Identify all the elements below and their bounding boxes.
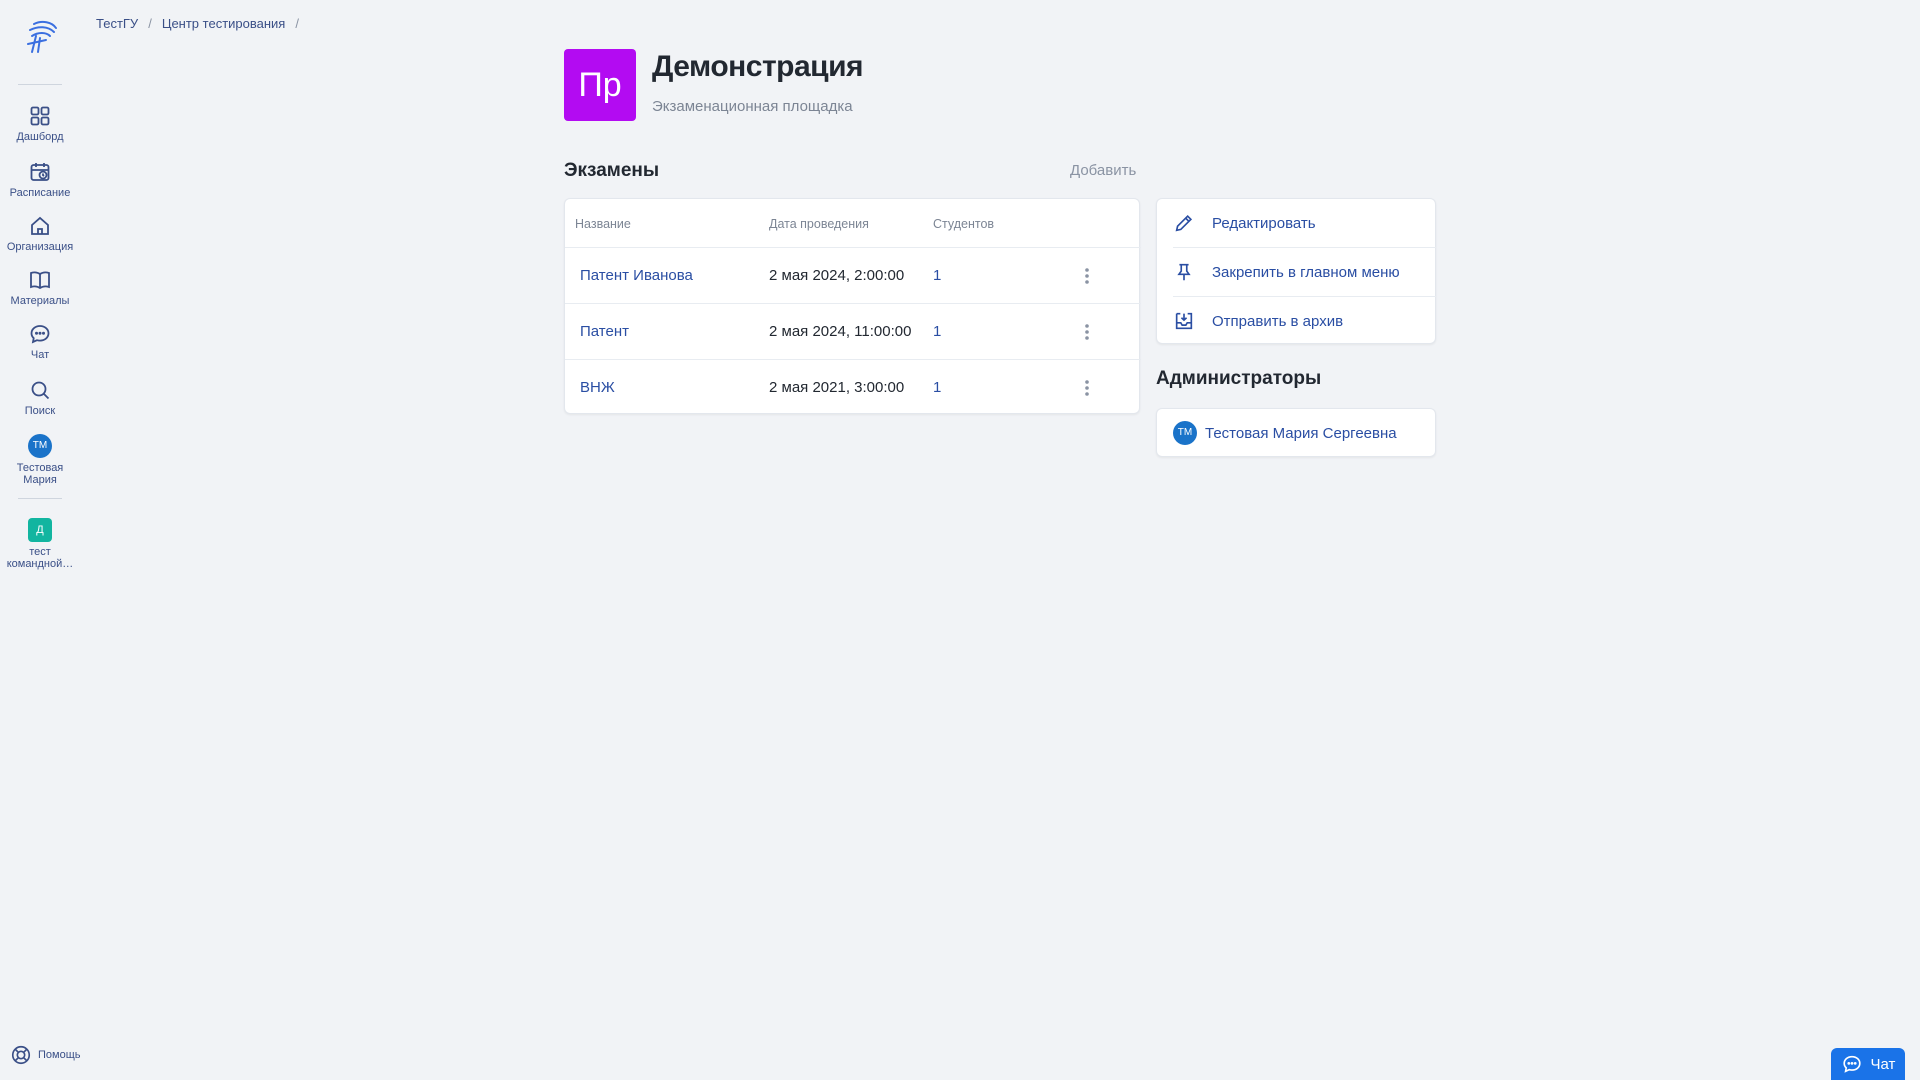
org-avatar: Пр <box>564 49 636 121</box>
admin-name: Тестовая Мария Сергеевна <box>1205 424 1397 442</box>
search-icon <box>28 378 52 402</box>
home-icon <box>28 214 52 238</box>
breadcrumb: ТестГУ / Центр тестирования / <box>96 16 301 31</box>
sidebar-item-search[interactable]: Поиск <box>0 378 80 417</box>
archive-button[interactable]: Отправить в архив <box>1173 297 1436 345</box>
sidebar-item-chat[interactable]: Чат <box>0 322 80 361</box>
sidebar-item-label: Поиск <box>24 405 56 417</box>
table-row: Патент 2 мая 2024, 11:00:00 1 <box>565 303 1141 359</box>
archive-label: Отправить в архив <box>1212 312 1344 330</box>
breadcrumb-separator: / <box>295 16 299 31</box>
user-name-line2: Мария <box>23 474 57 486</box>
admins-list: ТМ Тестовая Мария Сергеевна <box>1156 408 1436 457</box>
exam-date: 2 мая 2024, 2:00:00 <box>769 267 905 284</box>
archive-icon <box>1175 312 1193 330</box>
sidebar-item-team[interactable]: Д тест командной… <box>0 518 80 570</box>
exam-students-count[interactable]: 1 <box>933 379 941 396</box>
page-subtitle: Экзаменационная площадка <box>652 98 853 115</box>
pin-icon <box>1177 263 1191 281</box>
breadcrumb-separator: / <box>148 16 152 31</box>
edit-button[interactable]: Редактировать <box>1173 199 1436 247</box>
app-logo[interactable] <box>20 18 60 56</box>
dashboard-icon <box>28 104 52 128</box>
sidebar-item-label: Чат <box>30 349 50 361</box>
user-name-line1: Тестовая <box>16 462 64 474</box>
help-label: Помощь <box>38 1049 81 1061</box>
sidebar-item-label: Расписание <box>9 187 71 199</box>
column-header-students: Студентов <box>933 217 995 231</box>
column-header-name: Название <box>575 217 631 231</box>
lifebuoy-icon <box>11 1045 31 1065</box>
chat-button-label: Чат <box>1870 1055 1896 1073</box>
sidebar-item-user[interactable]: ТМ Тестовая Мария <box>0 434 80 486</box>
page-title: Демонстрация <box>652 50 864 83</box>
sidebar: Дашборд Расписание Организация Материалы <box>0 0 81 1080</box>
sidebar-item-label: Материалы <box>10 295 70 307</box>
table-row: ВНЖ 2 мая 2021, 3:00:00 1 <box>565 359 1141 415</box>
sidebar-divider <box>18 498 62 499</box>
sidebar-item-schedule[interactable]: Расписание <box>0 160 80 199</box>
calendar-icon <box>28 160 52 184</box>
column-header-date: Дата проведения <box>769 217 869 231</box>
edit-label: Редактировать <box>1212 214 1316 232</box>
exam-date: 2 мая 2021, 3:00:00 <box>769 379 905 396</box>
sidebar-item-organization[interactable]: Организация <box>0 214 80 253</box>
sidebar-item-dashboard[interactable]: Дашборд <box>0 104 80 143</box>
pin-label: Закрепить в главном меню <box>1212 263 1400 281</box>
book-icon <box>28 268 52 292</box>
admin-item[interactable]: ТМ Тестовая Мария Сергеевна <box>1173 421 1397 445</box>
breadcrumb-item[interactable]: Центр тестирования <box>162 16 286 31</box>
sidebar-item-label: Дашборд <box>16 131 64 143</box>
add-exam-button[interactable]: Добавить <box>1070 162 1136 179</box>
exam-students-count[interactable]: 1 <box>933 267 941 284</box>
more-vertical-icon[interactable] <box>1075 262 1099 290</box>
team-badge: Д <box>28 518 52 542</box>
exam-date: 2 мая 2024, 11:00:00 <box>769 323 912 340</box>
exams-section-title: Экзамены <box>564 160 660 181</box>
team-name-line1: тест <box>29 546 51 558</box>
exams-table: Название Дата проведения Студентов Патен… <box>564 198 1141 415</box>
admins-section-title: Администраторы <box>1156 368 1322 389</box>
exam-name-link[interactable]: ВНЖ <box>580 379 615 396</box>
more-vertical-icon[interactable] <box>1075 318 1099 346</box>
pin-to-menu-button[interactable]: Закрепить в главном меню <box>1173 248 1436 296</box>
team-name-line2: командной… <box>6 558 74 570</box>
breadcrumb-item[interactable]: ТестГУ <box>96 16 138 31</box>
exam-name-link[interactable]: Патент Иванова <box>580 267 693 284</box>
exam-students-count[interactable]: 1 <box>933 323 941 340</box>
exam-name-link[interactable]: Патент <box>580 323 629 340</box>
chat-button[interactable]: Чат <box>1831 1048 1905 1080</box>
avatar: ТМ <box>1173 421 1197 445</box>
pencil-icon <box>1175 214 1193 232</box>
chat-bubble-icon <box>1842 1055 1861 1073</box>
more-vertical-icon[interactable] <box>1075 374 1099 402</box>
sidebar-item-materials[interactable]: Материалы <box>0 268 80 307</box>
actions-menu: Редактировать Закрепить в главном меню О… <box>1156 198 1436 344</box>
chat-bubble-icon <box>28 322 52 346</box>
sidebar-divider <box>18 84 62 85</box>
help-link[interactable]: Помощь <box>10 1044 81 1066</box>
avatar: ТМ <box>28 434 52 458</box>
sidebar-item-label: Организация <box>6 241 74 253</box>
table-row: Патент Иванова 2 мая 2024, 2:00:00 1 <box>565 247 1141 303</box>
